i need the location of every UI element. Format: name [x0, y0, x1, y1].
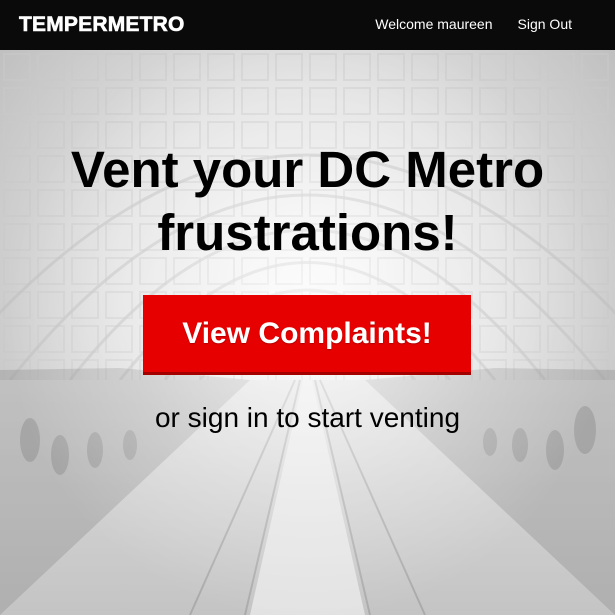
hero-title: Vent your DC Metro frustrations!	[0, 138, 615, 264]
page: TEMPERMETRO Welcome maureen Sign Out Ven…	[0, 0, 615, 615]
welcome-user-link[interactable]: Welcome maureen	[375, 16, 492, 32]
nav-links: Welcome maureen Sign Out	[375, 16, 572, 32]
brand-logo-link[interactable]: TEMPERMETRO	[19, 13, 185, 37]
sign-out-link[interactable]: Sign Out	[518, 16, 572, 32]
hero-title-line-2: frustrations!	[157, 204, 458, 261]
view-complaints-button[interactable]: View Complaints!	[143, 295, 471, 375]
sign-in-prompt-text: or sign in to start venting	[154, 402, 461, 433]
navbar: TEMPERMETRO Welcome maureen Sign Out	[0, 0, 615, 50]
hero-title-line-1: Vent your DC Metro	[70, 141, 545, 198]
